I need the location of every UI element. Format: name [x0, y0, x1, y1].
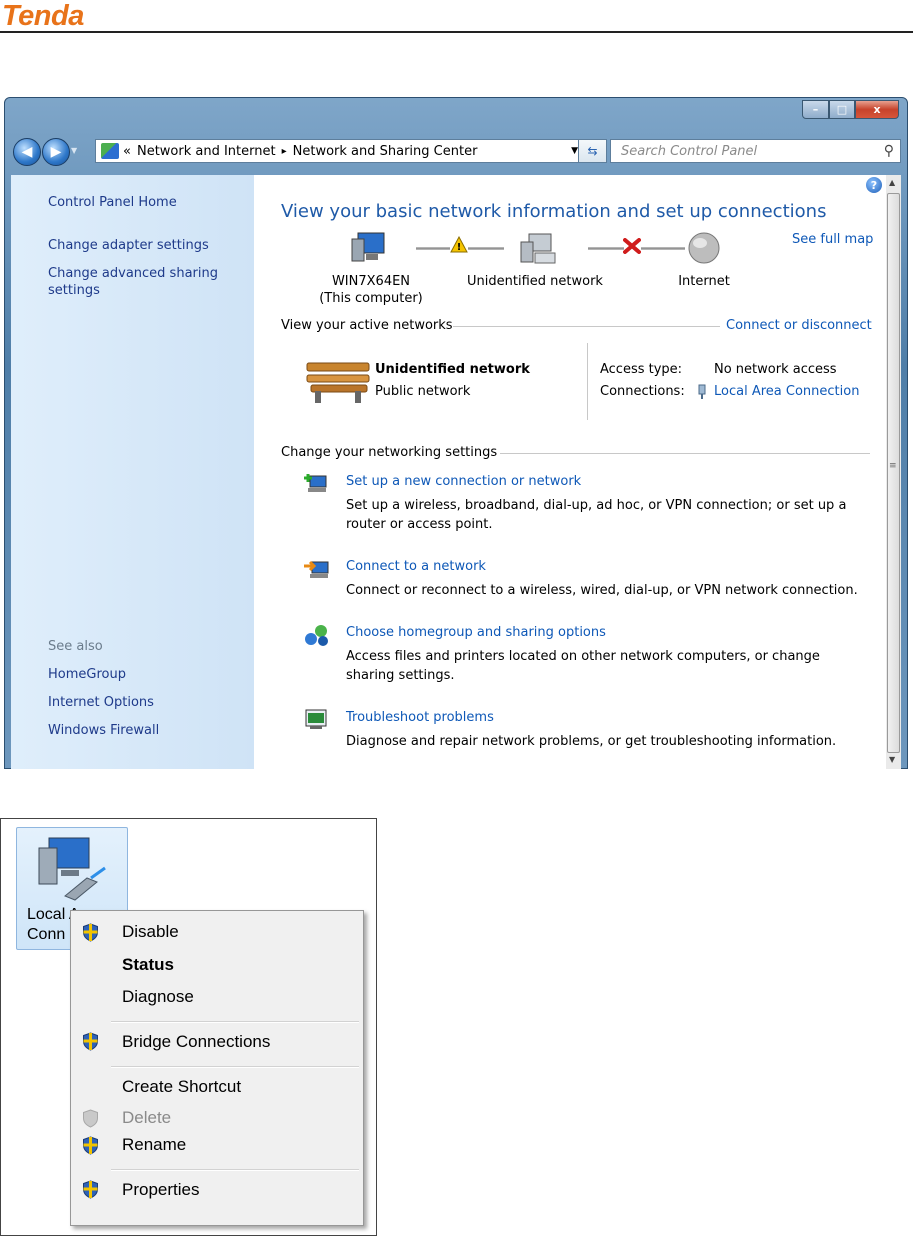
uac-shield-icon [83, 1136, 98, 1155]
menu-separator [111, 1066, 359, 1068]
homegroup-icon [305, 625, 328, 646]
control-panel-window: – □ x ◀ ▶ ▼ « Network and Internet ▸ Net… [4, 97, 908, 769]
map-link-line [416, 247, 450, 250]
uac-shield-icon [83, 1180, 98, 1199]
network-category[interactable]: Public network [375, 382, 470, 401]
warning-icon: ! [450, 236, 468, 253]
adapter-screenshot: Local A Conn Disable Status Diagnose Bri… [0, 818, 377, 1236]
tenda-logo: Tenda [2, 0, 84, 32]
back-arrow-icon[interactable]: ◀ [13, 138, 41, 166]
task-homegroup-link[interactable]: Choose homegroup and sharing options [346, 625, 606, 640]
client-area: Control Panel Home Change adapter settin… [11, 175, 901, 769]
sidebar-item-change-adapter-settings[interactable]: Change adapter settings [48, 237, 209, 254]
scroll-down-icon[interactable]: ▼ [889, 755, 895, 764]
uac-shield-disabled-icon [83, 1109, 98, 1128]
task-setup-connection-link[interactable]: Set up a new connection or network [346, 474, 581, 489]
task-connect-network-link[interactable]: Connect to a network [346, 559, 486, 574]
task-troubleshoot-link[interactable]: Troubleshoot problems [346, 710, 494, 725]
connect-network-icon [304, 560, 329, 578]
refresh-icon[interactable]: ⇆ [578, 139, 607, 163]
map-link-line [588, 247, 624, 250]
svg-text:!: ! [457, 242, 462, 253]
active-network-name: Unidentified network [375, 362, 530, 377]
see-full-map-link[interactable]: See full map [792, 232, 873, 247]
close-button[interactable]: x [855, 100, 899, 119]
menu-separator [111, 1021, 359, 1023]
sidebar-item-internet-options[interactable]: Internet Options [48, 694, 154, 711]
local-area-connection-link[interactable]: Local Area Connection [714, 384, 859, 399]
task-connect-network-desc: Connect or reconnect to a wireless, wire… [346, 583, 858, 598]
address-dropdown-icon[interactable]: ▼ [571, 146, 578, 156]
page-title: View your basic network information and … [281, 201, 827, 222]
menu-item-bridge-connections[interactable]: Bridge Connections [122, 1032, 270, 1052]
task-troubleshoot-desc: Diagnose and repair network problems, or… [346, 734, 837, 749]
active-divider [587, 343, 588, 420]
breadcrumb-separator-icon[interactable]: ▸ [282, 146, 287, 157]
sidebar-item-homegroup[interactable]: HomeGroup [48, 666, 126, 683]
help-icon[interactable]: ? [866, 177, 882, 193]
connections-label: Connections: [600, 384, 685, 399]
sidebar-item-advanced-sharing[interactable]: Change advanced sharing settings [48, 265, 238, 299]
menu-item-create-shortcut[interactable]: Create Shortcut [122, 1077, 241, 1097]
header-rule [0, 31, 913, 33]
internet-globe-icon [688, 232, 720, 264]
networking-settings-header: Change your networking settings [281, 445, 498, 460]
menu-item-delete: Delete [122, 1108, 172, 1127]
control-panel-icon [101, 143, 119, 159]
main-panel: View your basic network information and … [254, 175, 886, 769]
sidebar-item-windows-firewall[interactable]: Windows Firewall [48, 722, 159, 739]
search-icon[interactable]: ⚲ [884, 143, 894, 159]
scrollbar-thumb[interactable] [887, 193, 900, 753]
computer-icon [351, 232, 385, 262]
breadcrumb-network-sharing-center[interactable]: Network and Sharing Center [293, 144, 478, 159]
sidebar: Control Panel Home Change adapter settin… [11, 175, 254, 769]
menu-item-status[interactable]: Status [122, 955, 174, 975]
minimize-button[interactable]: – [802, 100, 829, 119]
forward-arrow-icon[interactable]: ▶ [42, 138, 70, 166]
section-rule [453, 326, 720, 327]
new-connection-icon [304, 474, 327, 492]
menu-item-rename[interactable]: Rename [122, 1135, 186, 1155]
disconnected-x-icon [623, 238, 641, 254]
task-homegroup-desc: Access files and printers located on oth… [346, 649, 820, 683]
search-input[interactable]: Search Control Panel ⚲ [610, 139, 901, 163]
context-menu: Disable Status Diagnose Bridge Connectio… [70, 910, 364, 1226]
menu-item-diagnose[interactable]: Diagnose [122, 987, 194, 1007]
ethernet-plug-icon [698, 384, 706, 399]
map-internet-label: Internet [678, 274, 730, 289]
menu-separator [111, 1169, 359, 1171]
computer-name-label: WIN7X64EN [331, 274, 411, 289]
window-controls: – □ x [802, 100, 899, 120]
task-setup-connection-desc: Set up a wireless, broadband, dial-up, a… [346, 498, 847, 532]
active-networks-header: View your active networks [281, 318, 453, 333]
menu-item-properties[interactable]: Properties [122, 1180, 199, 1200]
menu-item-disable[interactable]: Disable [122, 922, 179, 942]
maximize-button[interactable]: □ [829, 100, 855, 119]
breadcrumb-network-and-internet[interactable]: Network and Internet [137, 144, 276, 159]
uac-shield-icon [83, 1032, 98, 1051]
access-type-label: Access type: [600, 362, 683, 377]
connect-or-disconnect-link[interactable]: Connect or disconnect [726, 318, 872, 333]
see-also-label: See also [48, 639, 103, 654]
uac-shield-icon [83, 923, 98, 942]
address-bar[interactable]: « Network and Internet ▸ Network and Sha… [95, 139, 587, 163]
map-link-line [641, 247, 685, 250]
scrollbar-grip-icon: ≡ [889, 461, 897, 471]
troubleshoot-icon [305, 709, 327, 729]
recent-pages-chevron-icon[interactable]: ▼ [71, 146, 77, 155]
network-adapter-icon [38, 837, 106, 901]
map-link-line [468, 247, 504, 250]
scroll-up-icon[interactable]: ▲ [889, 178, 895, 187]
access-type-value: No network access [714, 362, 837, 377]
network-icon [520, 233, 556, 264]
park-bench-icon [306, 362, 370, 403]
breadcrumb-overflow[interactable]: « [123, 144, 131, 159]
map-network-label: Unidentified network [467, 274, 603, 289]
search-placeholder: Search Control Panel [621, 143, 758, 159]
sidebar-item-control-panel-home[interactable]: Control Panel Home [48, 194, 177, 211]
section-rule [500, 453, 870, 454]
this-computer-label: (This computer) [319, 291, 423, 306]
